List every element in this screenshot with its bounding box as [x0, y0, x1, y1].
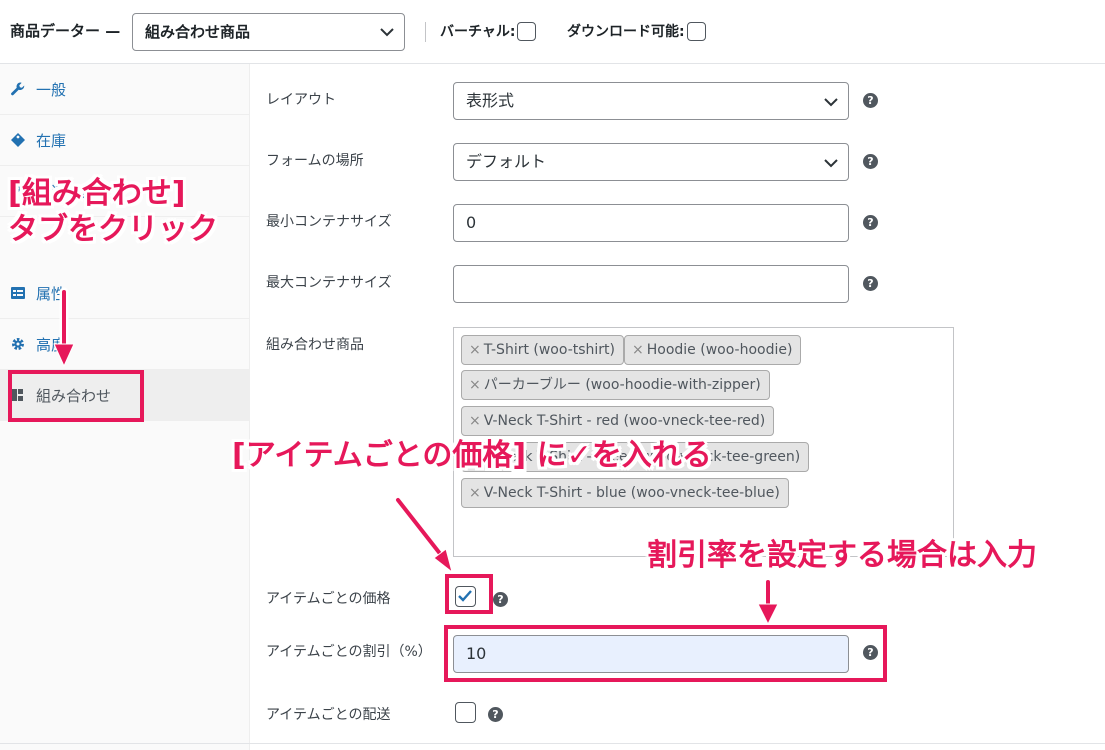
remove-icon[interactable]: ×	[469, 413, 481, 429]
help-icon[interactable]: ?	[863, 154, 878, 169]
product-tag[interactable]: × T-Shirt (woo-tshirt)	[461, 335, 625, 365]
tab-general-label: 一般	[36, 80, 67, 99]
product-tag[interactable]: × パーカーブルー (woo-hoodie-with-zipper)	[461, 370, 770, 400]
wrench-icon	[11, 82, 25, 96]
per-item-shipping-label: アイテムごとの配送	[266, 707, 391, 723]
remove-icon[interactable]: ×	[632, 342, 644, 358]
product-tag-label: V-Neck T-Shirt - blue (woo-vneck-tee-blu…	[483, 485, 780, 501]
checkmark-icon	[458, 590, 472, 602]
tab-attributes-label: 属性	[36, 284, 67, 303]
remove-icon[interactable]: ×	[469, 342, 481, 358]
tab-attributes[interactable]: 属性	[0, 268, 250, 319]
per-item-discount-value: 10	[466, 644, 487, 663]
downloadable-label: ダウンロード可能:	[567, 24, 685, 40]
product-tag-label: T-Shirt (woo-tshirt)	[483, 342, 616, 358]
virtual-option: バーチャル:	[440, 21, 537, 41]
bundled-products-label: 組み合わせ商品	[266, 337, 364, 353]
product-type-select[interactable]: 組み合わせ商品	[132, 13, 405, 51]
product-tag-label: Hoodie (woo-hoodie)	[646, 342, 793, 358]
product-type-value: 組み合わせ商品	[145, 23, 251, 41]
help-icon[interactable]: ?	[863, 93, 878, 108]
annotation-discount-note: 割引率を設定する場合は入力	[647, 538, 1037, 573]
header-divider	[425, 22, 426, 42]
per-item-price-checkbox[interactable]	[455, 586, 476, 607]
tab-bundled-items-label: 組み合わせ	[36, 386, 112, 405]
product-tag-label: パーカーブルー (woo-hoodie-with-zipper)	[483, 377, 761, 393]
virtual-checkbox[interactable]	[517, 21, 537, 41]
gear-icon	[12, 338, 24, 350]
grid-icon	[12, 389, 23, 401]
chevron-down-icon	[380, 28, 394, 37]
layout-select[interactable]: 表形式	[453, 82, 849, 120]
downloadable-checkbox[interactable]	[686, 21, 706, 41]
max-container-label: 最大コンテナサイズ	[266, 275, 392, 291]
tab-inventory-label: 在庫	[36, 131, 67, 150]
help-icon[interactable]: ?	[493, 592, 508, 607]
layout-value: 表形式	[466, 91, 515, 110]
panel-bottom-border	[0, 743, 1105, 744]
product-tag[interactable]: × V-Neck T-Shirt - red (woo-vneck-tee-red…	[461, 406, 775, 436]
product-tag[interactable]: × V-Neck T-Shirt - blue (woo-vneck-tee-bl…	[461, 478, 789, 508]
layout-label: レイアウト	[266, 92, 336, 108]
form-location-select[interactable]: デフォルト	[453, 143, 849, 181]
tab-bundled-items[interactable]: 組み合わせ	[0, 370, 250, 421]
product-data-tabs: 一般 在庫 関連商品 属性 高度 組み合わせ	[0, 64, 250, 750]
max-container-input[interactable]	[453, 265, 849, 303]
help-icon[interactable]: ?	[863, 645, 878, 660]
tag-icon	[11, 133, 25, 147]
virtual-label: バーチャル:	[440, 24, 516, 40]
remove-icon[interactable]: ×	[469, 377, 481, 393]
chevron-down-icon	[824, 98, 838, 107]
tab-general[interactable]: 一般	[0, 64, 250, 115]
list-icon	[11, 287, 25, 299]
product-data-title: 商品データー —	[10, 22, 121, 40]
per-item-shipping-checkbox[interactable]	[455, 702, 476, 723]
product-tag-label: V-Neck T-Shirt - red (woo-vneck-tee-red)	[483, 413, 766, 429]
min-container-value: 0	[466, 213, 477, 232]
chevron-down-icon	[824, 159, 838, 168]
min-container-input[interactable]: 0	[453, 204, 849, 242]
per-item-discount-label: アイテムごとの割引（%）	[266, 644, 432, 660]
remove-icon[interactable]: ×	[469, 485, 481, 501]
tab-advanced-label: 高度	[36, 335, 67, 354]
help-icon[interactable]: ?	[863, 276, 878, 291]
tab-advanced[interactable]: 高度	[0, 319, 250, 370]
annotation-price-note: [アイテムごとの価格] に✓を入れる	[232, 438, 712, 473]
product-data-header: 商品データー — 組み合わせ商品 バーチャル: ダウンロード可能:	[0, 0, 1105, 64]
product-tag[interactable]: × Hoodie (woo-hoodie)	[624, 335, 802, 365]
form-location-label: フォームの場所	[266, 153, 364, 169]
min-container-label: 最小コンテナサイズ	[266, 214, 392, 230]
annotation-tab-note-line2: タブをクリック	[8, 212, 218, 247]
annotation-tab-note-line1: [組み合わせ]	[8, 176, 186, 211]
tab-inventory[interactable]: 在庫	[0, 115, 250, 166]
help-icon[interactable]: ?	[863, 215, 878, 230]
form-location-value: デフォルト	[466, 152, 547, 171]
downloadable-option: ダウンロード可能:	[567, 21, 706, 41]
per-item-discount-input[interactable]: 10	[453, 635, 849, 673]
per-item-price-label: アイテムごとの価格	[266, 591, 391, 607]
help-icon[interactable]: ?	[488, 707, 503, 722]
